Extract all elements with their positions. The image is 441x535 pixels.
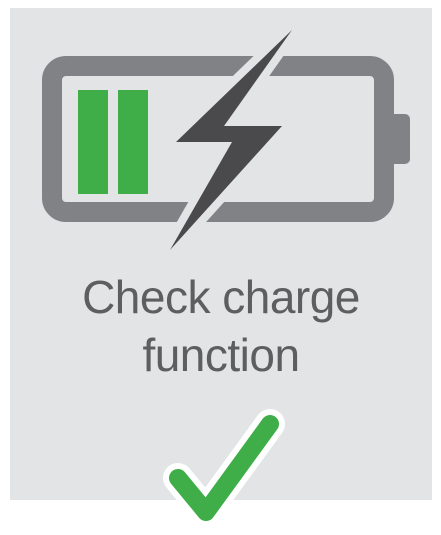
checkmark-icon xyxy=(163,409,285,527)
